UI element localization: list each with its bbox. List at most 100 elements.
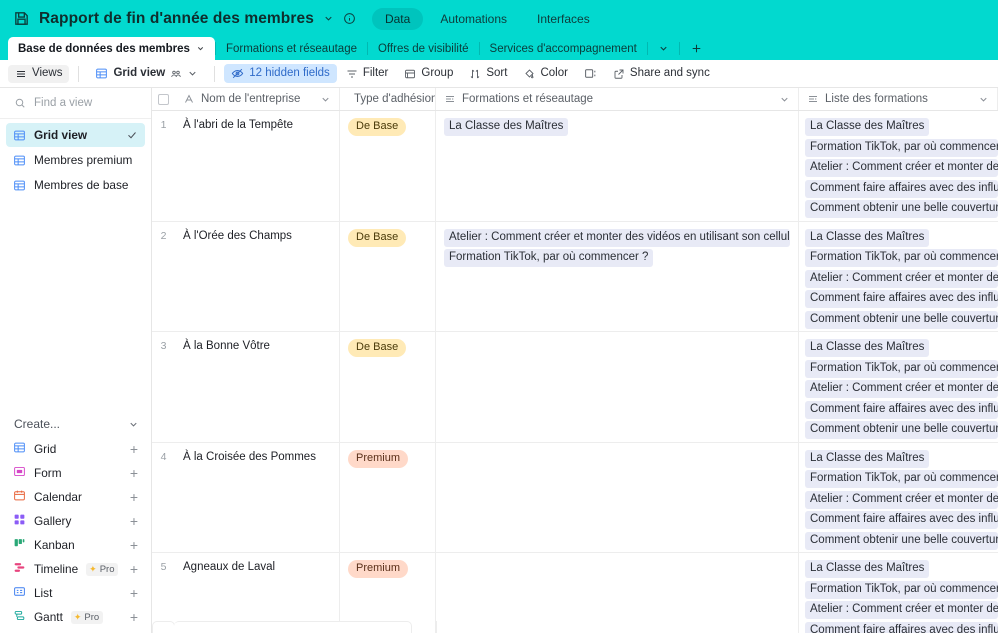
linked-record-chip[interactable]: La Classe des Maîtres	[805, 228, 930, 247]
linked-record-chip[interactable]: Atelier : Comment créer et monter des vi…	[805, 601, 998, 619]
column-chevron-down-icon[interactable]	[320, 94, 331, 105]
linked-record-chip[interactable]: La Classe des Maîtres	[805, 118, 930, 136]
linked-record-chip[interactable]: Formation TikTok, par où commencer ?	[805, 470, 998, 488]
cell-liste-des-formations[interactable]: La Classe des Maîtres Formation TikTok, p…	[799, 222, 998, 332]
linked-record-chip[interactable]: Comment faire affaires avec des influenc…	[805, 511, 998, 529]
column-chevron-down-icon[interactable]	[978, 94, 989, 105]
create-section-header[interactable]: Create...	[0, 409, 151, 437]
linked-record-chip[interactable]: Formation TikTok, par où commencer ?	[805, 249, 998, 267]
find-a-view-search[interactable]: Find a view	[0, 88, 151, 119]
add-table-plus-icon[interactable]	[680, 37, 713, 60]
sidebar-view-grid-view[interactable]: Grid view	[6, 123, 145, 147]
share-and-sync-button[interactable]: Share and sync	[606, 65, 717, 83]
cell-liste-des-formations[interactable]: La Classe des Maîtres Formation TikTok, p…	[799, 332, 998, 442]
linked-record-chip[interactable]: La Classe des Maîtres	[444, 118, 569, 136]
plus-icon[interactable]: +	[130, 610, 138, 624]
create-item-calendar[interactable]: Calendar +	[6, 485, 145, 509]
linked-record-chip[interactable]: Comment obtenir une belle couverture méd…	[805, 421, 998, 439]
views-button[interactable]: Views	[8, 64, 70, 83]
base-info-icon[interactable]	[343, 12, 356, 25]
top-nav-tab-interfaces[interactable]: Interfaces	[524, 8, 603, 30]
sidebar-view-membres-de-base[interactable]: Membres de base	[6, 173, 145, 197]
create-item-grid[interactable]: Grid +	[6, 437, 145, 461]
cell-liste-des-formations[interactable]: La Classe des Maîtres Formation TikTok, p…	[799, 111, 998, 221]
cell-formations-et-reseautage[interactable]: La Classe des Maîtres	[436, 111, 799, 221]
column-header-nom-de-lentreprise[interactable]: Nom de l'entreprise	[175, 88, 340, 110]
linked-record-chip[interactable]: La Classe des Maîtres	[805, 339, 930, 357]
cell-nom-de-lentreprise[interactable]: À la Croisée des Pommes	[175, 442, 340, 552]
create-item-form[interactable]: Form +	[6, 461, 145, 485]
linked-record-chip[interactable]: Atelier : Comment créer et monter des vi…	[444, 228, 790, 247]
create-item-gallery[interactable]: Gallery +	[6, 509, 145, 533]
linked-record-chip[interactable]: Formation TikTok, par où commencer ?	[805, 359, 998, 378]
linked-record-chip[interactable]: Comment faire affaires avec des influenc…	[805, 290, 998, 308]
cell-liste-des-formations[interactable]: La Classe des Maîtres Formation TikTok, p…	[799, 553, 998, 633]
cell-nom-de-lentreprise[interactable]: À l'Orée des Champs	[175, 221, 340, 331]
table-row[interactable]: 1 À l'abri de la Tempête De Base La Classe …	[152, 111, 998, 222]
linked-record-chip[interactable]: Atelier : Comment créer et monter des vi…	[805, 380, 998, 398]
add-row-stub[interactable]	[152, 621, 412, 633]
grid-view-button[interactable]: Grid view	[88, 64, 205, 83]
linked-record-chip[interactable]: Comment faire affaires avec des influenc…	[805, 400, 998, 419]
create-item-gantt[interactable]: Gantt ✦ Pro +	[6, 605, 145, 629]
table-tabs-overflow-chevron-down-icon[interactable]	[648, 37, 679, 60]
linked-record-chip[interactable]: Comment obtenir une belle couverture méd…	[805, 531, 998, 550]
plus-icon[interactable]: +	[130, 466, 138, 480]
plus-icon[interactable]: +	[130, 442, 138, 456]
base-title-chevron-down-icon[interactable]	[323, 13, 334, 24]
linked-record-chip[interactable]: Formation TikTok, par où commencer ?	[805, 580, 998, 599]
add-row-button-stub[interactable]	[174, 621, 412, 633]
table-tab-base-de-donnees-des-membres[interactable]: Base de données des membres	[8, 37, 215, 60]
plus-icon[interactable]: +	[130, 514, 138, 528]
cell-formations-et-reseautage[interactable]	[436, 332, 799, 442]
linked-record-chip[interactable]: Formation TikTok, par où commencer ?	[444, 248, 654, 267]
create-item-list[interactable]: List +	[6, 581, 145, 605]
linked-record-chip[interactable]: La Classe des Maîtres	[805, 560, 930, 578]
top-nav-tab-data[interactable]: Data	[371, 7, 424, 30]
linked-record-chip[interactable]: Atelier : Comment créer et monter des vi…	[805, 269, 998, 288]
create-item-timeline[interactable]: Timeline ✦ Pro +	[6, 557, 145, 581]
column-header-type-dadhesion[interactable]: Type d'adhésion	[340, 88, 436, 110]
row-height-button[interactable]	[577, 64, 604, 83]
color-button[interactable]: Color	[516, 65, 574, 83]
cell-type-dadhesion[interactable]: De Base	[340, 221, 436, 331]
add-row-expand-stub[interactable]	[152, 621, 175, 633]
cell-formations-et-reseautage[interactable]: Atelier : Comment créer et monter des vi…	[436, 221, 799, 331]
table-tab-services-daccompagnement[interactable]: Services d'accompagnement	[480, 37, 647, 60]
sidebar-view-membres-premium[interactable]: Membres premium	[6, 148, 145, 172]
cell-type-dadhesion[interactable]: Premium	[340, 442, 436, 552]
linked-record-chip[interactable]: Comment faire affaires avec des influenc…	[805, 179, 998, 198]
cell-nom-de-lentreprise[interactable]: À l'abri de la Tempête	[175, 111, 340, 221]
plus-icon[interactable]: +	[130, 562, 138, 576]
top-nav-tab-automations[interactable]: Automations	[427, 8, 520, 30]
cell-formations-et-reseautage[interactable]	[436, 553, 799, 633]
hidden-fields-button[interactable]: 12 hidden fields	[224, 64, 337, 83]
select-all-checkbox[interactable]	[152, 88, 175, 110]
plus-icon[interactable]: +	[130, 538, 138, 552]
linked-record-chip[interactable]: Comment obtenir une belle couverture méd…	[805, 310, 998, 329]
column-header-formations-et-reseautage[interactable]: Formations et réseautage	[436, 88, 799, 110]
create-section-chevron-down-icon[interactable]	[128, 419, 139, 430]
column-header-liste-des-formations[interactable]: Liste des formations	[799, 88, 998, 110]
group-button[interactable]: Group	[397, 65, 460, 83]
cell-nom-de-lentreprise[interactable]: À la Bonne Vôtre	[175, 332, 340, 442]
table-tab-offres-de-visibilite[interactable]: Offres de visibilité	[368, 37, 479, 60]
linked-record-chip[interactable]: Formation TikTok, par où commencer ?	[805, 138, 998, 157]
create-item-kanban[interactable]: Kanban +	[6, 533, 145, 557]
linked-record-chip[interactable]: La Classe des Maîtres	[805, 449, 930, 468]
cell-type-dadhesion[interactable]: De Base	[340, 332, 436, 442]
linked-record-chip[interactable]: Comment obtenir une belle couverture méd…	[805, 200, 998, 218]
sort-button[interactable]: Sort	[462, 65, 514, 83]
table-row[interactable]: 2 À l'Orée des Champs De Base Atelier : Com…	[152, 221, 998, 332]
linked-record-chip[interactable]: Comment faire affaires avec des influenc…	[805, 621, 998, 633]
cell-liste-des-formations[interactable]: La Classe des Maîtres Formation TikTok, p…	[799, 443, 998, 553]
cell-type-dadhesion[interactable]: De Base	[340, 111, 436, 221]
plus-icon[interactable]: +	[130, 490, 138, 504]
linked-record-chip[interactable]: Atelier : Comment créer et monter des vi…	[805, 159, 998, 177]
cell-formations-et-reseautage[interactable]	[436, 442, 799, 552]
table-row[interactable]: 3 À la Bonne Vôtre De Base La Classe des Ma…	[152, 332, 998, 443]
filter-button[interactable]: Filter	[339, 65, 396, 83]
plus-icon[interactable]: +	[130, 586, 138, 600]
table-tab-chevron-down-icon[interactable]	[196, 44, 205, 53]
table-row[interactable]: 4 À la Croisée des Pommes Premium La Classe…	[152, 442, 998, 553]
